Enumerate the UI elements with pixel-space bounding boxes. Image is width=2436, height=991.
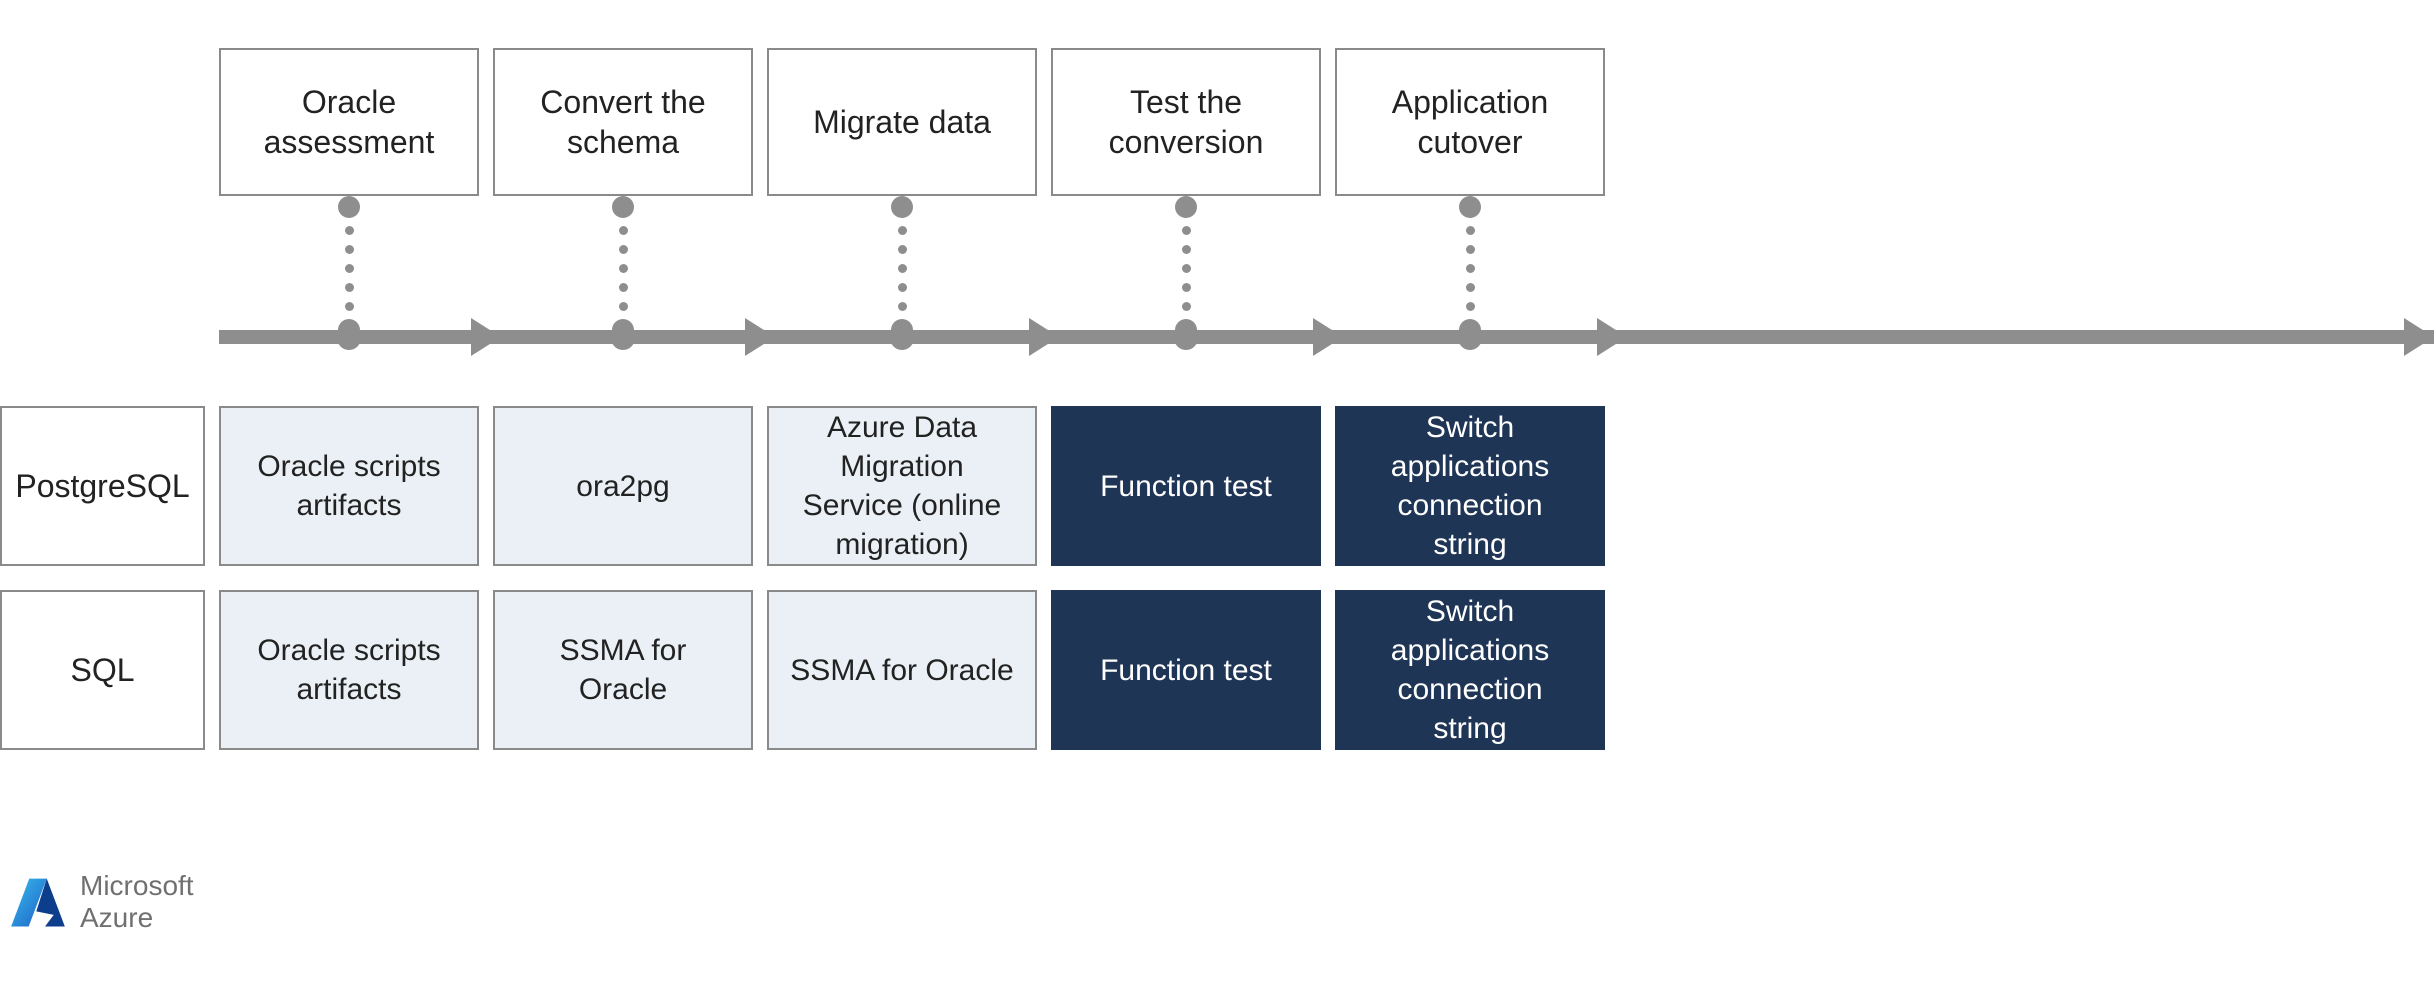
arrow-head-icon <box>1597 318 1627 356</box>
cell-text: Switch applications connection string <box>1357 592 1583 748</box>
brand-line-2: Azure <box>80 902 194 934</box>
cell-sql-assessment: Oracle scripts artifacts <box>219 590 479 750</box>
cell-text: Switch applications connection string <box>1357 408 1583 564</box>
cell-sql-migrate: SSMA for Oracle <box>767 590 1037 750</box>
cell-sql-test: Function test <box>1051 590 1321 750</box>
arrow-head-icon <box>2404 318 2434 356</box>
phase-label: Oracle assessment <box>239 82 459 162</box>
azure-brand: Microsoft Azure <box>10 870 194 934</box>
cell-text: Function test <box>1100 651 1272 690</box>
phase-label: Migrate data <box>813 102 991 142</box>
row-label-text: PostgreSQL <box>15 468 189 505</box>
azure-logo-icon <box>10 874 66 930</box>
cell-text: Function test <box>1100 467 1272 506</box>
row-label-text: SQL <box>70 652 134 689</box>
connector-dots-icon <box>1459 196 1481 341</box>
cell-sql-cutover: Switch applications connection string <box>1335 590 1605 750</box>
cell-pg-assessment: Oracle scripts artifacts <box>219 406 479 566</box>
cell-text: SSMA for Oracle <box>515 631 731 709</box>
brand-line-1: Microsoft <box>80 870 194 902</box>
row-postgresql: PostgreSQL Oracle scripts artifacts ora2… <box>0 406 1889 566</box>
arrow-head-icon <box>1313 318 1343 356</box>
diagram-canvas: Oracle assessment Convert the schema Mig… <box>0 0 2436 991</box>
phase-convert-schema: Convert the schema <box>493 48 753 196</box>
connector-dots-icon <box>891 196 913 341</box>
phase-test-conversion: Test the conversion <box>1051 48 1321 196</box>
connector-dots-icon <box>1175 196 1197 341</box>
cell-text: Oracle scripts artifacts <box>241 447 457 525</box>
cell-pg-cutover: Switch applications connection string <box>1335 406 1605 566</box>
cell-text: SSMA for Oracle <box>790 651 1013 690</box>
phase-header-row: Oracle assessment Convert the schema Mig… <box>0 48 1889 196</box>
arrow-head-icon <box>1029 318 1059 356</box>
cell-text: Oracle scripts artifacts <box>241 631 457 709</box>
phase-application-cutover: Application cutover <box>1335 48 1605 196</box>
phase-label: Convert the schema <box>513 82 733 162</box>
cell-sql-convert: SSMA for Oracle <box>493 590 753 750</box>
header-spacer <box>0 48 205 196</box>
row-label-sql: SQL <box>0 590 205 750</box>
phase-label: Application cutover <box>1355 82 1585 162</box>
cell-pg-test: Function test <box>1051 406 1321 566</box>
cell-text: Azure Data Migration Service (online mig… <box>789 408 1015 564</box>
row-sql: SQL Oracle scripts artifacts SSMA for Or… <box>0 590 1889 750</box>
phase-migrate-data: Migrate data <box>767 48 1037 196</box>
cell-pg-convert: ora2pg <box>493 406 753 566</box>
connector-dots-icon <box>612 196 634 341</box>
azure-brand-text: Microsoft Azure <box>80 870 194 934</box>
arrow-head-icon <box>471 318 501 356</box>
phase-oracle-assessment: Oracle assessment <box>219 48 479 196</box>
arrow-head-icon <box>745 318 775 356</box>
cell-text: ora2pg <box>576 467 669 506</box>
connector-dots-icon <box>338 196 360 341</box>
row-label-postgresql: PostgreSQL <box>0 406 205 566</box>
cell-pg-migrate: Azure Data Migration Service (online mig… <box>767 406 1037 566</box>
phase-label: Test the conversion <box>1071 82 1301 162</box>
